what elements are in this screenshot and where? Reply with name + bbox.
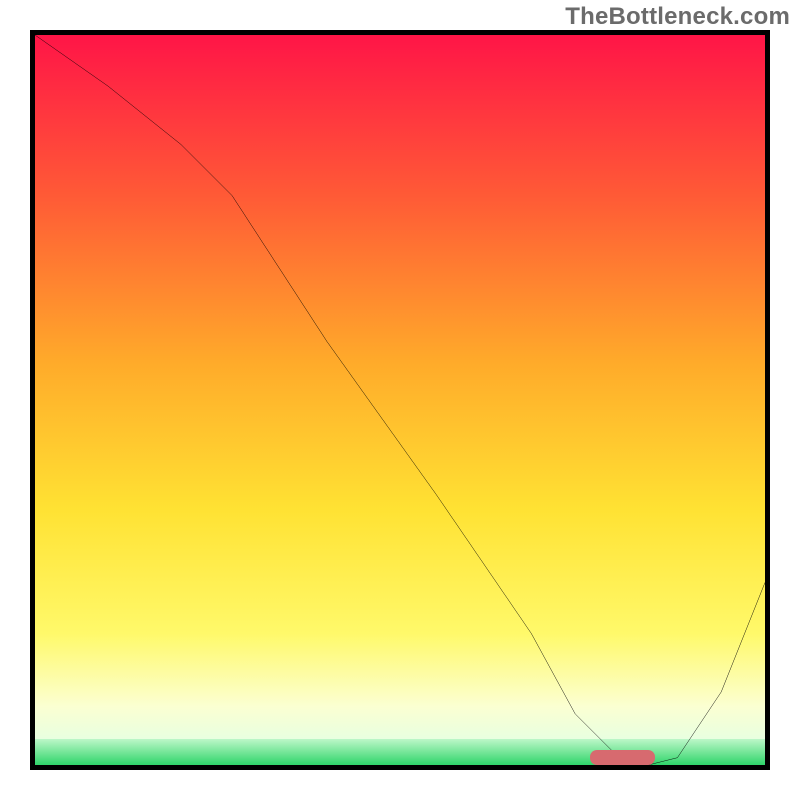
curve-svg (35, 35, 765, 765)
chart-container: TheBottleneck.com (0, 0, 800, 800)
plot-frame (30, 30, 770, 770)
bottleneck-curve (35, 35, 765, 765)
watermark-label: TheBottleneck.com (565, 3, 790, 31)
optimal-range-marker (590, 750, 656, 765)
